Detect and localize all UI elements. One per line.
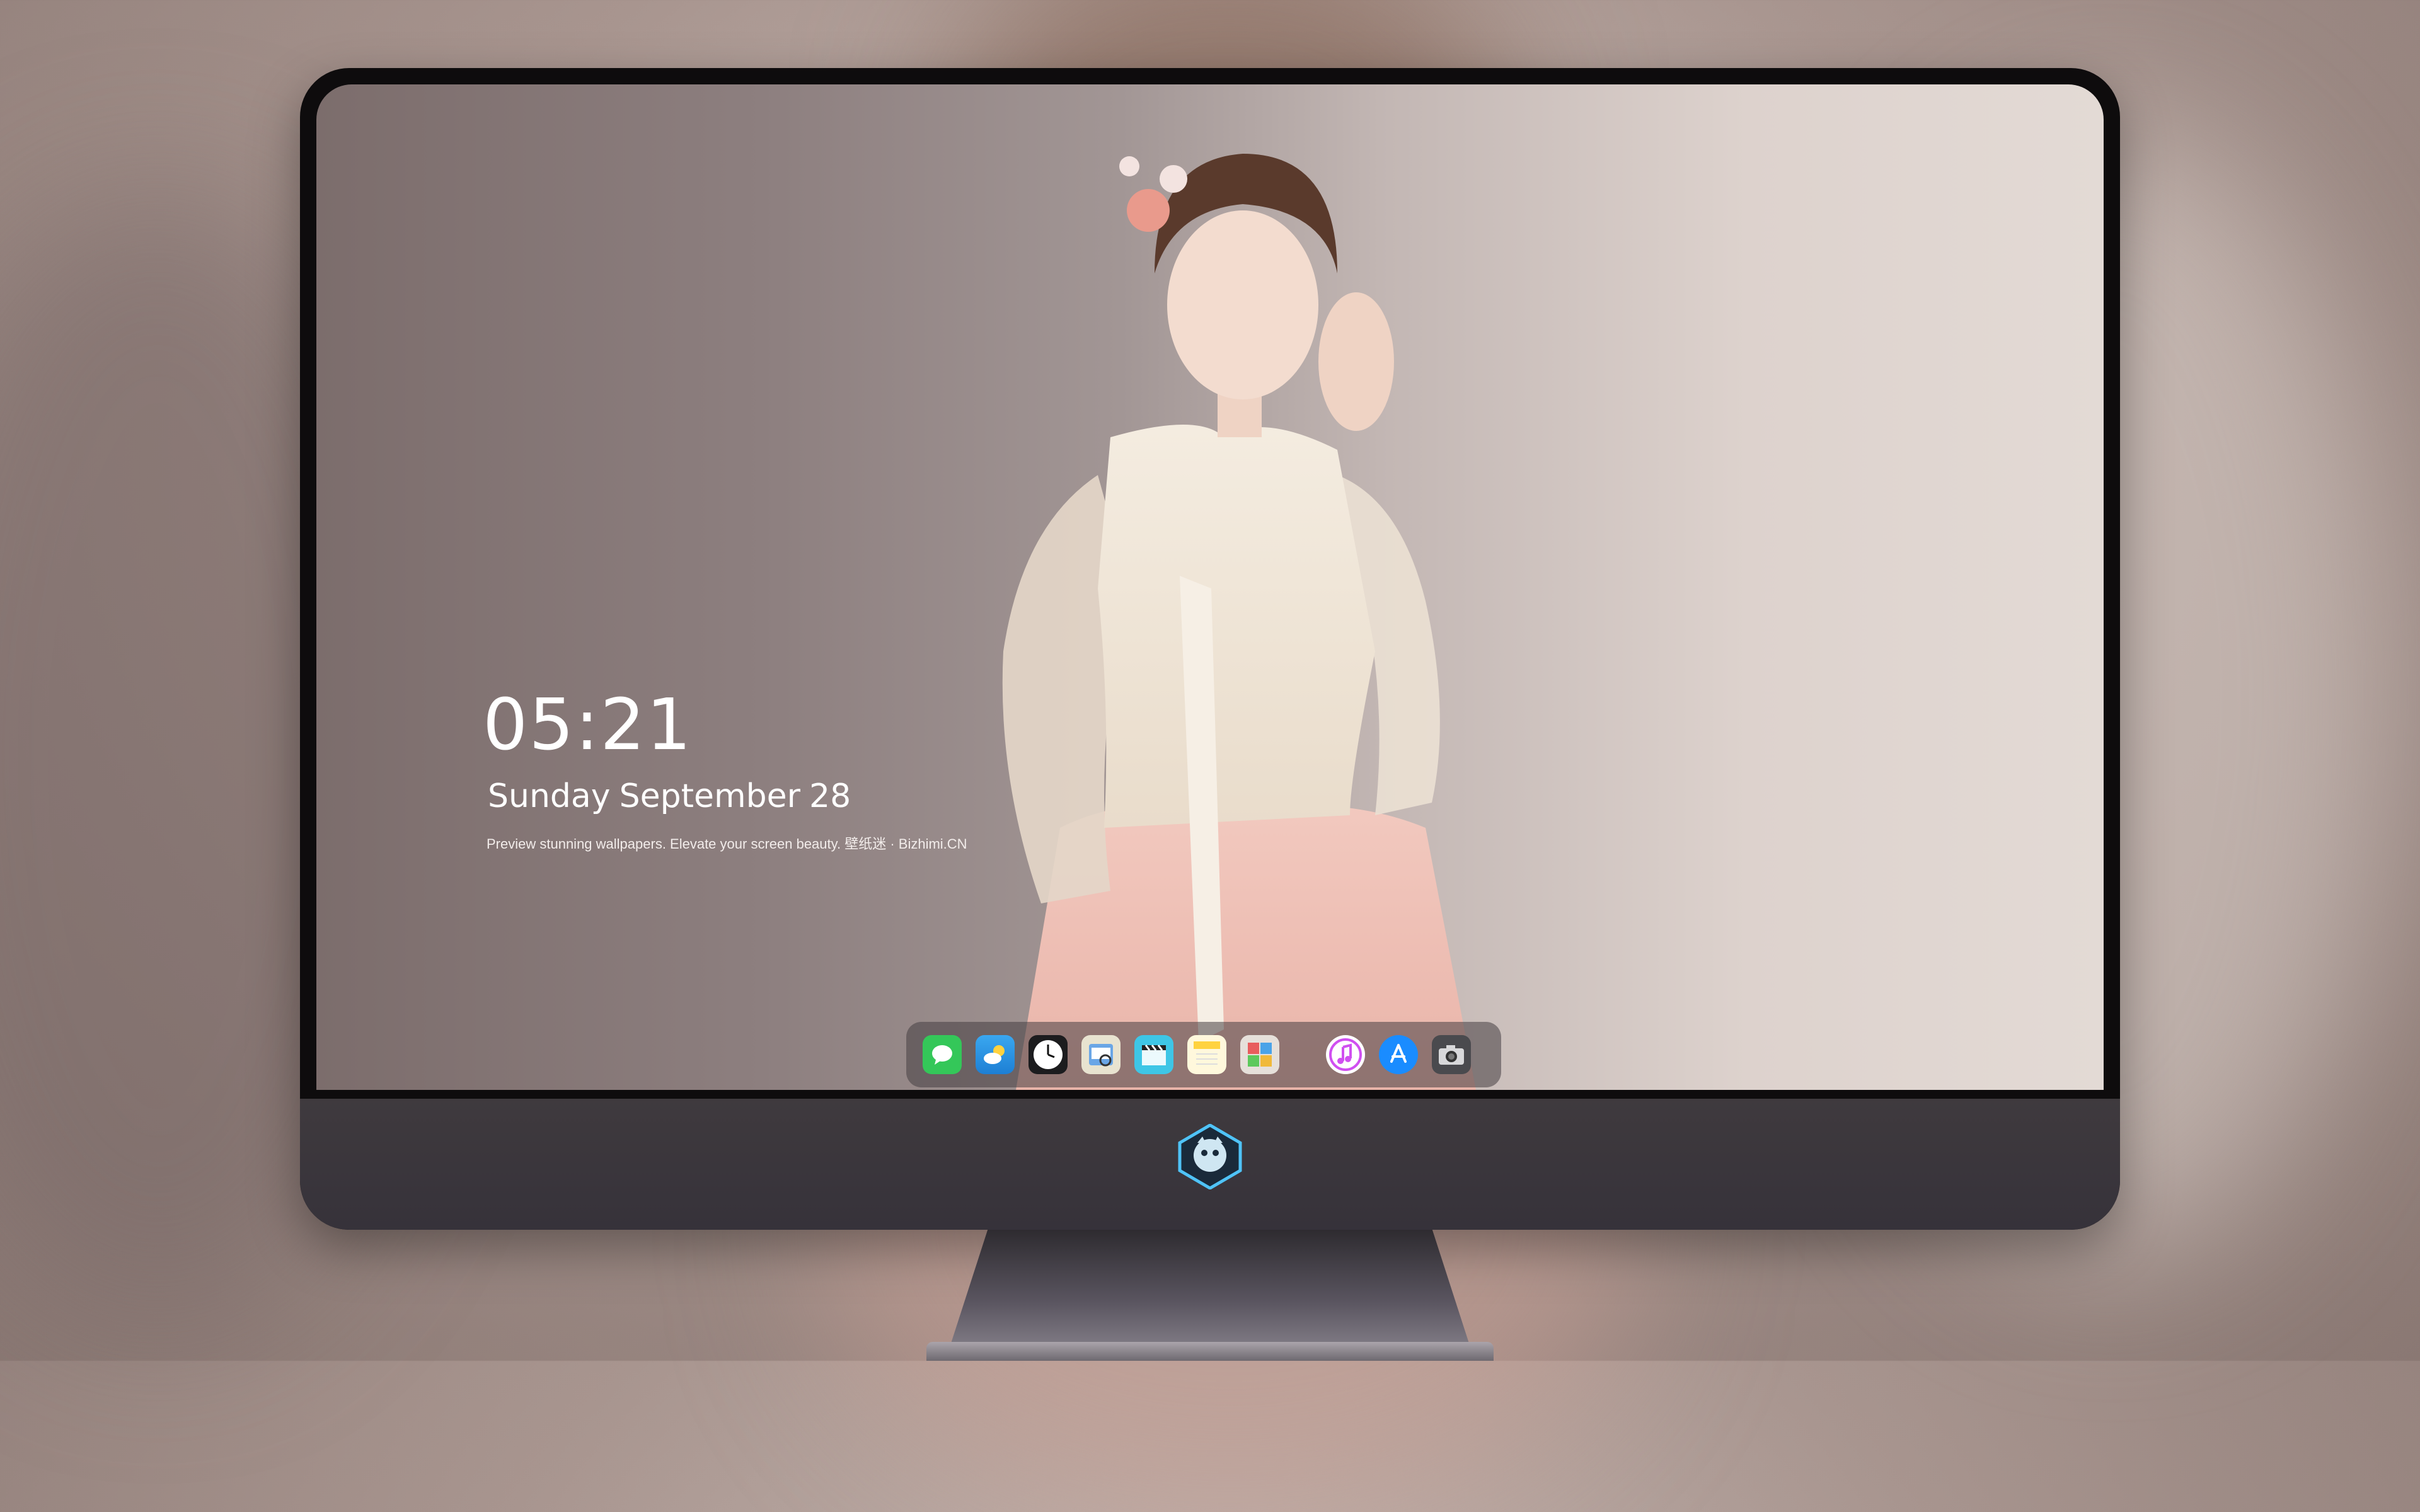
weather-icon[interactable] (976, 1035, 1015, 1074)
music-icon[interactable] (1326, 1035, 1365, 1074)
wallpaper-tagline: Preview stunning wallpapers. Elevate you… (487, 836, 967, 852)
monitor-stand (945, 1230, 1475, 1361)
wallpaper-figure (1002, 154, 1476, 1090)
clips-icon[interactable] (1134, 1035, 1173, 1074)
app-store-icon[interactable] (1379, 1035, 1418, 1074)
camera-icon[interactable] (1432, 1035, 1471, 1074)
monitor-chin (300, 1099, 2120, 1230)
dock (906, 1022, 1501, 1087)
lock-screen-time: 05:21 (483, 684, 693, 766)
wallpaper-screen: 05:21 Sunday September 28 Preview stunning… (316, 84, 2104, 1090)
monitor-frame: 05:21 Sunday September 28 Preview stunning… (300, 68, 2120, 1230)
brand-logo-icon (1178, 1124, 1242, 1189)
date-day: 28 (809, 777, 851, 815)
notes-icon[interactable] (1187, 1035, 1226, 1074)
preview-icon[interactable] (1081, 1035, 1121, 1074)
clock-icon[interactable] (1028, 1035, 1068, 1074)
date-month: September (619, 777, 800, 815)
date-weekday: Sunday (488, 777, 611, 815)
photo-booth-icon[interactable] (1240, 1035, 1279, 1074)
messages-icon[interactable] (923, 1035, 962, 1074)
lock-screen-date: Sunday September 28 (488, 777, 860, 815)
monitor-stand-base (926, 1342, 1494, 1361)
